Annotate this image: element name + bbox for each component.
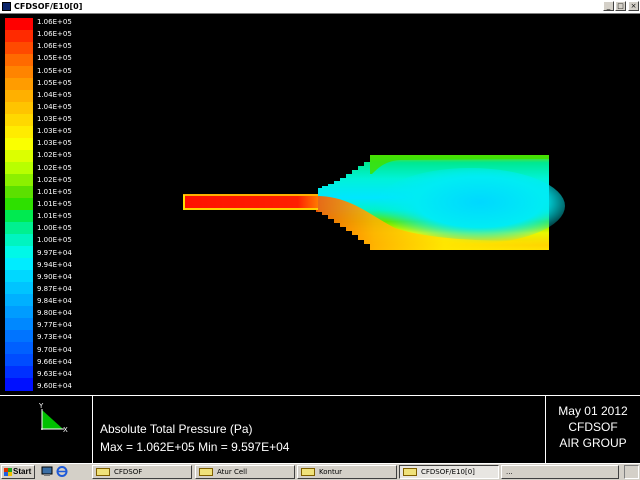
close-button[interactable]: ×: [628, 1, 639, 11]
date-label: May 01 2012: [558, 404, 628, 418]
title-bar: CFDSOF/E10[0] _ □ ×: [0, 0, 640, 14]
task-overflow[interactable]: ...: [501, 465, 619, 479]
task-label: CFDSOF: [114, 468, 143, 476]
inlet-edge: [183, 195, 185, 210]
show-desktop-icon[interactable]: [41, 466, 53, 477]
axis-x-label: X: [63, 426, 68, 434]
task-label: Atur Cell: [217, 468, 248, 476]
org-line-1: CFDSOF: [568, 420, 618, 434]
task-label: ...: [506, 468, 513, 476]
inlet-nozzle: [183, 196, 318, 209]
cfdsof-app-icon: [96, 468, 110, 476]
task-kontur[interactable]: Kontur: [297, 465, 397, 479]
variable-name: Absolute Total Pressure (Pa): [100, 422, 253, 436]
axis-triad-icon: [41, 409, 64, 430]
task-label: CFDSOF/E10[0]: [421, 468, 475, 476]
windows-logo-icon: [4, 468, 12, 476]
system-tray: [624, 465, 639, 479]
start-button[interactable]: Start: [1, 465, 35, 479]
title-stamp: May 01 2012 CFDSOF AIR GROUP: [545, 396, 640, 464]
variable-range: Max = 1.062E+05 Min = 9.597E+04: [100, 440, 290, 454]
axis-triad: Y X: [0, 396, 93, 464]
cfdsof-app-icon: [199, 468, 213, 476]
taskbar: Start CFDSOF Atur Cell Kontur CFDSOF/E10…: [0, 463, 640, 480]
task-atur-cell[interactable]: Atur Cell: [195, 465, 295, 479]
cfdsof-app-icon: [301, 468, 315, 476]
minimize-button[interactable]: _: [603, 1, 614, 11]
org-line-2: AIR GROUP: [559, 436, 627, 450]
info-panel: Y X Absolute Total Pressure (Pa) Max = 1…: [0, 395, 640, 464]
maximize-button[interactable]: □: [615, 1, 626, 11]
internet-explorer-icon[interactable]: [56, 466, 68, 477]
app-icon: [2, 2, 11, 11]
contour-plot-area[interactable]: 1.06E+05 1.06E+05 1.06E+05 1.05E+05 1.05E+05…: [0, 14, 640, 394]
cfdsof-app-icon: [403, 468, 417, 476]
task-label: Kontur: [319, 468, 343, 476]
task-cfdsof-e10[interactable]: CFDSOF/E10[0]: [399, 465, 499, 479]
pressure-contour-field: [183, 155, 565, 250]
start-label: Start: [13, 467, 32, 476]
inlet-wall-bottom: [183, 208, 318, 210]
task-cfdsof[interactable]: CFDSOF: [92, 465, 192, 479]
window-title: CFDSOF/E10[0]: [14, 2, 83, 11]
